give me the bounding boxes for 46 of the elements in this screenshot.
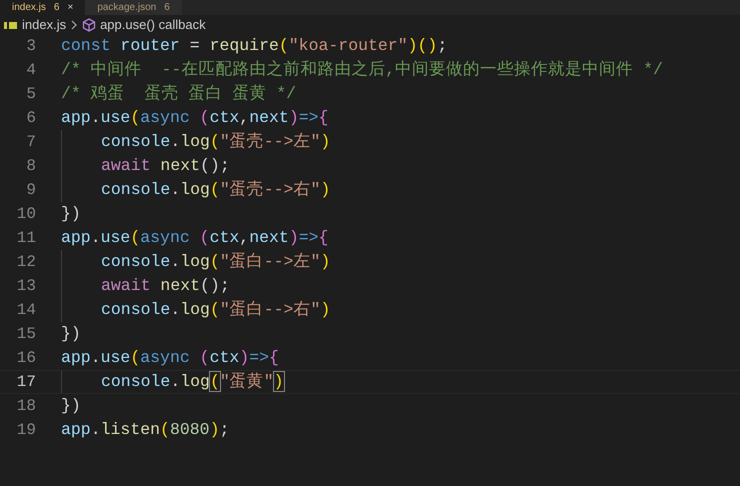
editor-tab[interactable]: index.js 6 × [0, 0, 86, 15]
line-number: 12 [16, 252, 36, 273]
code-line: console.log("蛋白-->右") [101, 298, 330, 321]
code-line: app.use(async (ctx,next)=>{ [61, 106, 328, 129]
code-line: app.use(async (ctx,next)=>{ [61, 226, 328, 249]
line-number: 5 [25, 84, 36, 105]
line-number: 17 [16, 372, 36, 393]
code-line: await next(); [101, 274, 230, 297]
problem-count: 6 [164, 2, 170, 12]
line-number: 19 [16, 420, 36, 441]
line-number: 4 [25, 60, 36, 81]
line-number: 9 [25, 180, 36, 201]
code-line: app.use(async (ctx)=>{ [61, 346, 279, 369]
code-line: /* 鸡蛋 蛋壳 蛋白 蛋黄 */ [61, 82, 296, 105]
code-line: console.log("蛋壳-->左") [101, 130, 330, 153]
code-line: /* 中间件 --在匹配路由之前和路由之后,中间要做的一些操作就是中间件 */ [61, 58, 663, 81]
code-line: console.log("蛋白-->左") [101, 250, 330, 273]
code-line: await next(); [101, 154, 230, 177]
problem-count: 6 [54, 2, 60, 12]
code-line: }) [61, 202, 81, 225]
line-number: 15 [16, 324, 36, 345]
code-line: const router = require("koa-router")(); [61, 34, 448, 57]
code-line: }) [61, 322, 81, 345]
tab-label: package.json [97, 2, 156, 12]
line-number: 11 [16, 228, 36, 249]
breadcrumb-symbol[interactable]: app.use() callback [100, 14, 206, 34]
line-number: 6 [25, 108, 36, 129]
line-number: 8 [25, 156, 36, 177]
close-icon[interactable]: × [67, 2, 74, 12]
line-number: 7 [25, 132, 36, 153]
code-line: }) [61, 394, 81, 417]
line-number: 3 [25, 36, 36, 57]
javascript-file-icon [4, 20, 18, 30]
code-line: console.log("蛋壳-->右") [101, 178, 330, 201]
tab-label: index.js [12, 2, 46, 12]
editor-tab[interactable]: package.json 6 [85, 0, 182, 15]
code-line: console.log("蛋黄") [101, 370, 284, 393]
breadcrumb-file[interactable]: index.js [22, 14, 66, 34]
code-line: app.listen(8080); [61, 418, 230, 441]
line-number: 14 [16, 300, 36, 321]
line-number: 16 [16, 348, 36, 369]
chevron-right-icon [70, 20, 78, 30]
cube-icon [82, 18, 96, 32]
line-number: 10 [16, 204, 36, 225]
line-number: 13 [16, 276, 36, 297]
line-number: 18 [16, 396, 36, 417]
